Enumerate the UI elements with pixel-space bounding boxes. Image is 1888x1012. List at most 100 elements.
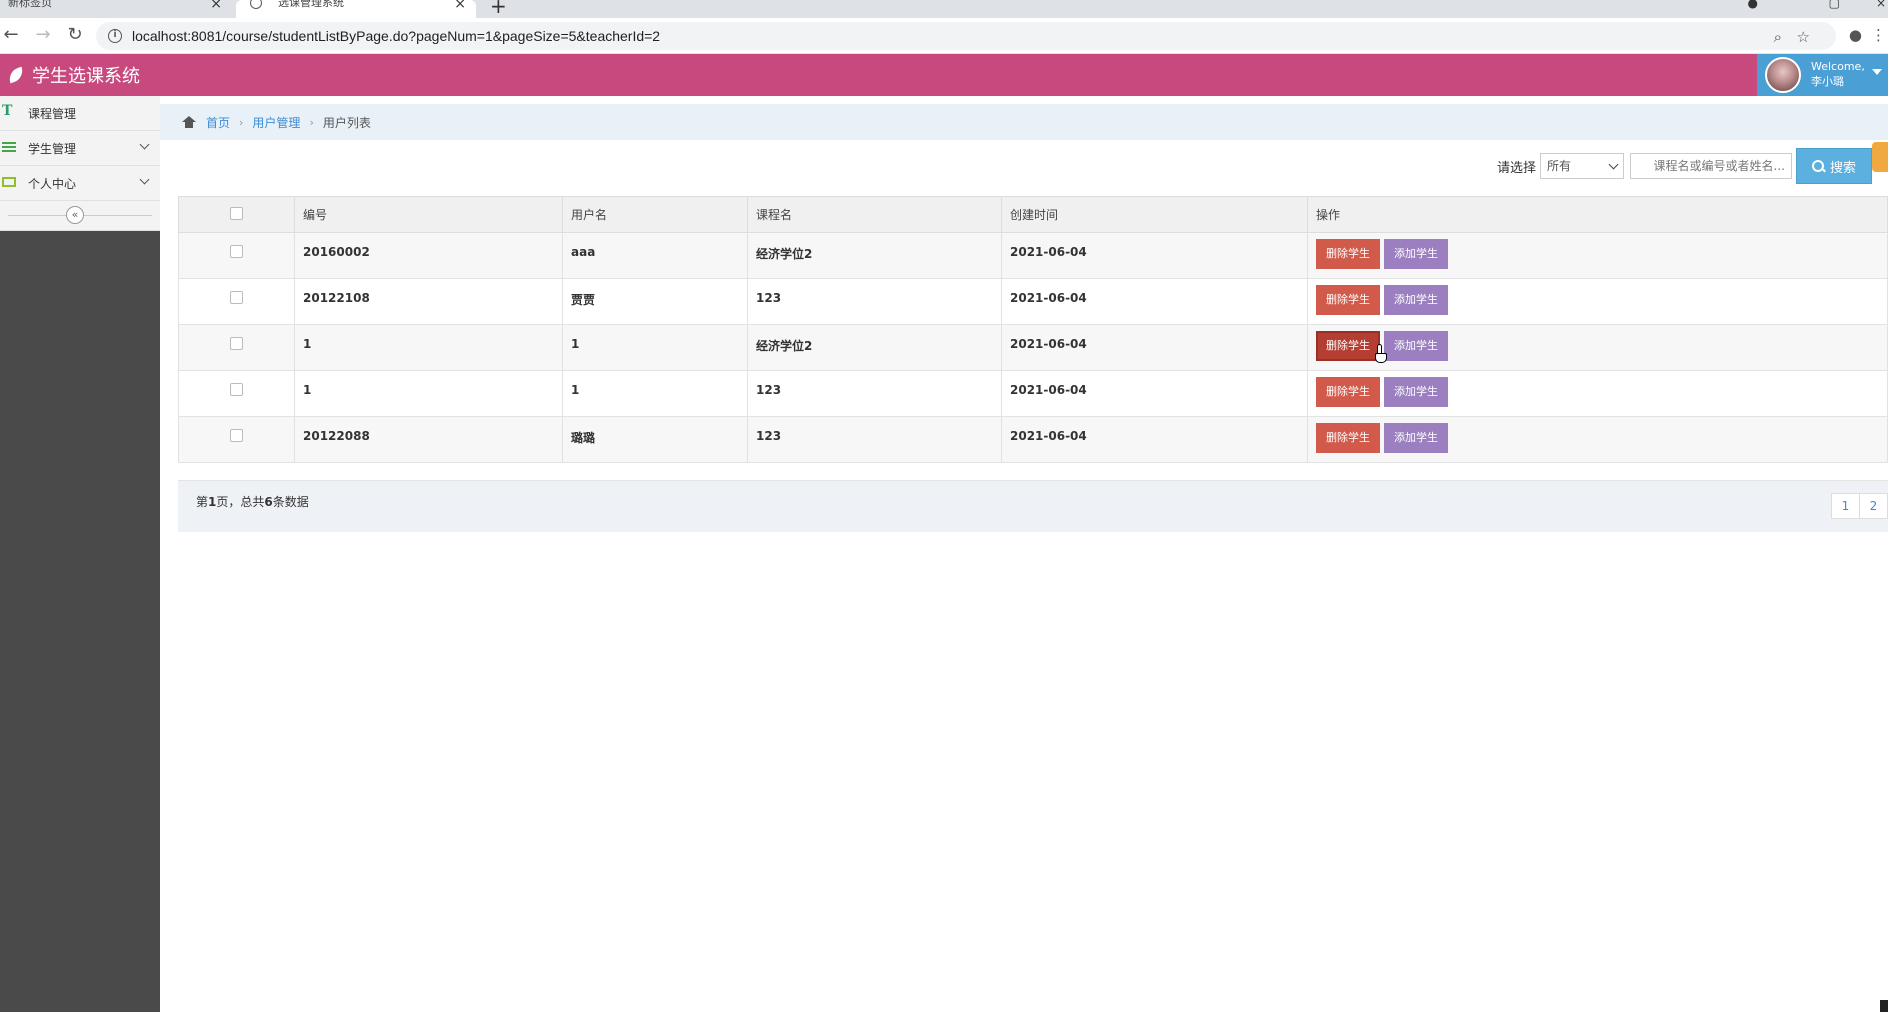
- brand-title: 学生选课系统: [32, 66, 140, 87]
- add-student-button[interactable]: 添加学生: [1384, 239, 1448, 269]
- browser-tab-active[interactable]: 选课管理系统 ×: [236, 0, 476, 18]
- user-menu[interactable]: Welcome, 李小璐: [1757, 54, 1888, 96]
- home-icon[interactable]: [182, 116, 196, 128]
- add-student-button[interactable]: 添加学生: [1384, 377, 1448, 407]
- hand-cursor-icon: [1374, 344, 1388, 364]
- pager-suffix: 条数据: [272, 495, 309, 509]
- search-bar: 请选择 所有 搜索: [1497, 148, 1872, 184]
- delete-student-button[interactable]: 删除学生: [1316, 285, 1380, 315]
- add-student-button[interactable]: 添加学生: [1384, 423, 1448, 453]
- chevron-down-icon: [139, 174, 150, 185]
- cell-actions: 删除学生 添加学生: [1307, 278, 1888, 325]
- breadcrumb-home[interactable]: 首页: [206, 114, 230, 131]
- close-icon[interactable]: ×: [210, 0, 222, 12]
- address-bar: ← → ↻ i localhost:8081/course/studentLis…: [0, 18, 1888, 54]
- cell-created: 2021-06-04: [1001, 278, 1308, 325]
- row-select-cell: [178, 232, 295, 279]
- app-header: 学生选课系统 Welcome, 李小璐: [0, 54, 1888, 96]
- search-button[interactable]: 搜索: [1796, 148, 1872, 184]
- collapse-sidebar-icon[interactable]: «: [66, 206, 84, 224]
- cell-id: 1: [294, 370, 563, 417]
- table-row: 20160002 aaa 经济学位2 2021-06-04 删除学生 添加学生: [178, 232, 1888, 279]
- select-all-cell: [178, 196, 295, 233]
- info-icon[interactable]: i: [108, 29, 122, 43]
- sidebar-item-label: 个人中心: [28, 176, 77, 191]
- add-student-button[interactable]: 添加学生: [1384, 285, 1448, 315]
- row-checkbox[interactable]: [230, 383, 243, 396]
- cell-actions: 删除学生 添加学生: [1307, 232, 1888, 279]
- cell-username: 1: [562, 324, 748, 371]
- sidebar: T 课程管理 学生管理 个人中心 «: [0, 96, 160, 1012]
- filter-select[interactable]: 所有: [1540, 153, 1624, 179]
- url-field[interactable]: i localhost:8081/course/studentListByPag…: [96, 22, 1836, 50]
- cell-id: 1: [294, 324, 563, 371]
- add-student-button[interactable]: 添加学生: [1384, 331, 1448, 361]
- star-icon[interactable]: ☆: [1797, 28, 1810, 46]
- column-header[interactable]: 用户名: [562, 196, 748, 233]
- caret-down-icon: [1872, 69, 1882, 75]
- cell-username: 1: [562, 370, 748, 417]
- shield-icon[interactable]: ●: [1748, 0, 1758, 10]
- cell-username: 璐璐: [562, 416, 748, 463]
- url-text[interactable]: localhost:8081/course/studentListByPage.…: [132, 28, 660, 44]
- search-button-label: 搜索: [1829, 160, 1856, 176]
- pagination-info: 第1页，总共6条数据: [196, 493, 309, 510]
- menu-icon[interactable]: ⋮: [1871, 26, 1886, 44]
- browser-tab-bar: 新标签页 × 选课管理系统 × + ● ▢ ×: [0, 0, 1888, 18]
- back-icon[interactable]: ←: [0, 24, 22, 45]
- total-count: 6: [264, 495, 273, 509]
- tab-title: 选课管理系统: [278, 0, 344, 9]
- delete-student-button[interactable]: 删除学生: [1316, 239, 1380, 269]
- sidebar-item-personal-center[interactable]: 个人中心: [0, 166, 160, 201]
- breadcrumb-current: 用户列表: [322, 115, 371, 130]
- row-select-cell: [178, 416, 295, 463]
- side-tab[interactable]: [1872, 142, 1888, 172]
- row-checkbox[interactable]: [230, 245, 243, 258]
- browser-tab-newtab[interactable]: 新标签页 ×: [0, 0, 232, 18]
- column-header[interactable]: 创建时间: [1001, 196, 1308, 233]
- new-tab-icon[interactable]: +: [490, 0, 507, 18]
- delete-student-button[interactable]: 删除学生: [1316, 331, 1380, 361]
- leaf-icon: [6, 66, 26, 84]
- sidebar-item-label: 学生管理: [28, 141, 77, 156]
- cell-course: 123: [747, 370, 1002, 417]
- column-header[interactable]: 编号: [294, 196, 563, 233]
- row-checkbox[interactable]: [230, 291, 243, 304]
- zoom-icon[interactable]: ⌕: [1774, 28, 1782, 46]
- list-icon: [2, 142, 16, 154]
- cell-created: 2021-06-04: [1001, 232, 1308, 279]
- cell-id: 20122108: [294, 278, 563, 325]
- page-link-1[interactable]: 1: [1831, 493, 1860, 519]
- forward-icon[interactable]: →: [32, 24, 54, 45]
- page-links: 1 2: [1831, 493, 1888, 519]
- breadcrumb-section[interactable]: 用户管理: [252, 114, 300, 131]
- column-header[interactable]: 课程名: [747, 196, 1002, 233]
- cell-actions: 删除学生 添加学生: [1307, 416, 1888, 463]
- cell-course: 经济学位2: [747, 232, 1002, 279]
- student-table: 编号 用户名 课程名 创建时间 操作 20160002 aaa 经济学位2 20…: [178, 196, 1888, 463]
- welcome-label: Welcome,: [1811, 60, 1865, 73]
- close-icon[interactable]: ×: [454, 0, 466, 12]
- pagination-bar: 第1页，总共6条数据 1 2: [178, 480, 1888, 532]
- row-checkbox[interactable]: [230, 429, 243, 442]
- reload-icon[interactable]: ↻: [64, 24, 86, 45]
- pager-middle: 页，总共: [216, 495, 265, 509]
- table-row: 1 1 经济学位2 2021-06-04 删除学生 添加学生: [178, 324, 1888, 371]
- sidebar-item-student-management[interactable]: 学生管理: [0, 131, 160, 166]
- restore-icon[interactable]: ▢: [1829, 0, 1840, 10]
- delete-student-button[interactable]: 删除学生: [1316, 377, 1380, 407]
- page-link-2[interactable]: 2: [1859, 493, 1888, 519]
- row-checkbox[interactable]: [230, 337, 243, 350]
- cell-created: 2021-06-04: [1001, 416, 1308, 463]
- close-window-icon[interactable]: ×: [1876, 0, 1886, 10]
- brand[interactable]: 学生选课系统: [6, 62, 140, 88]
- profile-icon[interactable]: ●: [1849, 26, 1862, 44]
- select-all-checkbox[interactable]: [230, 206, 243, 220]
- sidebar-item-course-management[interactable]: T 课程管理: [0, 96, 160, 131]
- text-icon: T: [2, 103, 13, 119]
- sidebar-item-label: 课程管理: [28, 106, 77, 121]
- tab-title: 新标签页: [8, 0, 52, 9]
- delete-student-button[interactable]: 删除学生: [1316, 423, 1380, 453]
- search-input[interactable]: [1630, 153, 1792, 179]
- search-icon: [1811, 160, 1824, 172]
